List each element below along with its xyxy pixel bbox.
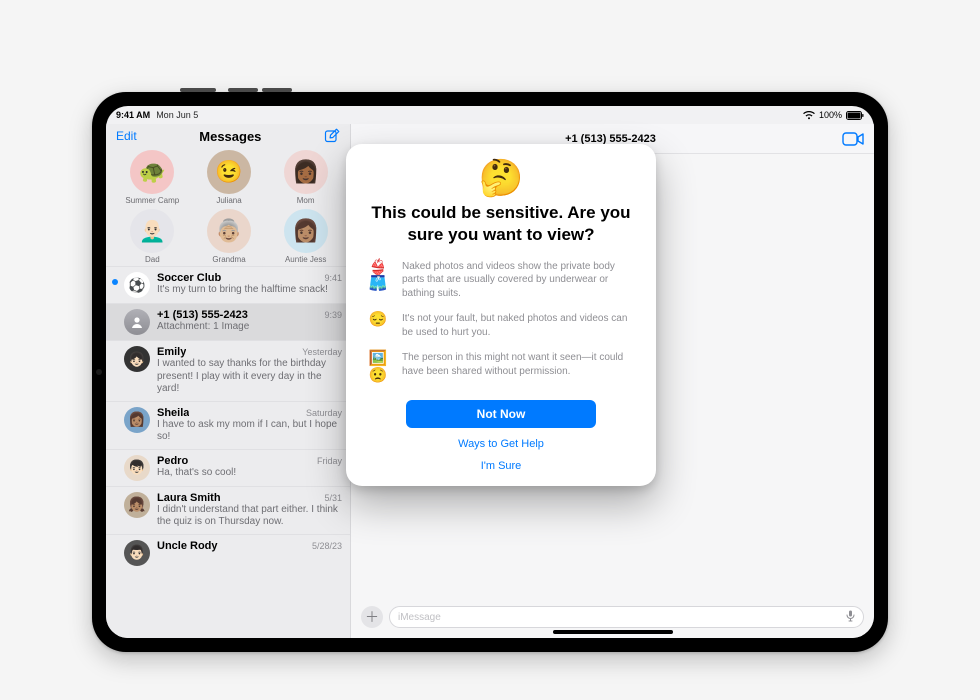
conversation-row[interactable]: 👩🏽 Sheila SaturdayI have to ask my mom if … [106,401,350,449]
pinned-contacts: 🐢 Summer Camp 😉 Juliana 👩🏾 Mom 👨🏻‍🦲 Dad 👵🏼 Grandm… [106,146,350,266]
dialog-bullet: 😔 It's not your fault, but naked photos a… [366,312,636,339]
compose-button[interactable] [324,128,340,144]
conversation-row[interactable]: ⚽ Soccer Club 9:41It's my turn to bring th… [106,266,350,303]
front-camera [96,369,102,375]
conversation-title[interactable]: +1 (513) 555-2423 [565,133,656,145]
avatar: 👵🏼 [207,209,251,253]
unread-dot [112,279,118,285]
pinned-contact[interactable]: 🐢 Summer Camp [116,150,189,205]
conversation-preview: Ha, that's so cool! [157,467,342,480]
avatar: 👨🏻 [124,540,150,566]
bullet-icon: 👙🩳 [366,260,390,293]
conversation-preview: It's my turn to bring the halftime snack… [157,284,342,297]
volume-up-button [228,88,258,92]
ipad-frame: 9:41 AM Mon Jun 5 100% Edit Messages [92,92,888,652]
avatar: 👨🏻‍🦲 [130,209,174,253]
conversation-row[interactable]: +1 (513) 555-2423 9:39Attachment: 1 Image [106,303,350,340]
screen: 9:41 AM Mon Jun 5 100% Edit Messages [106,106,874,638]
status-date: Mon Jun 5 [156,110,198,120]
avatar: 👧🏻 [124,346,150,372]
volume-down-button [262,88,292,92]
conversation-row[interactable]: 👨🏻 Uncle Rody 5/28/23 [106,534,350,571]
avatar: 😉 [207,150,251,194]
conversation-time: 5/28/23 [312,541,342,551]
conversation-time: Yesterday [302,347,342,357]
sensitive-content-dialog: 🤔 This could be sensitive. Are you sure … [346,144,656,486]
bullet-text: Naked photos and videos show the private… [402,260,636,301]
message-input[interactable]: iMessage [389,606,864,628]
conversation-name: +1 (513) 555-2423 [157,309,248,321]
pinned-contact-label: Juliana [216,196,241,205]
im-sure-button[interactable]: I'm Sure [481,460,522,472]
avatar: 👩🏽 [284,209,328,253]
status-time: 9:41 AM [116,110,150,120]
conversation-preview: I wanted to say thanks for the birthday … [157,358,342,396]
avatar [124,309,150,335]
pinned-contact[interactable]: 😉 Juliana [193,150,266,205]
status-bar: 9:41 AM Mon Jun 5 100% [106,106,874,124]
sidebar: Edit Messages 🐢 Summer Camp 😉 Juliana 👩🏾 Mom 👨… [106,124,351,638]
conversation-row[interactable]: 👦🏻 Pedro FridayHa, that's so cool! [106,449,350,486]
conversation-name: Emily [157,346,186,358]
home-indicator[interactable] [553,630,673,634]
battery-icon [846,111,864,120]
battery-pct: 100% [819,111,842,120]
edit-button[interactable]: Edit [116,129,137,143]
conversation-name: Sheila [157,407,189,419]
not-now-button[interactable]: Not Now [406,400,596,428]
pinned-contact-label: Summer Camp [125,196,179,205]
power-button [180,88,216,92]
avatar: 👦🏻 [124,455,150,481]
conversation-list[interactable]: ⚽ Soccer Club 9:41It's my turn to bring th… [106,266,350,638]
attach-button[interactable]: ＋ [361,606,383,628]
conversation-time: 9:41 [324,273,342,283]
pinned-contact[interactable]: 👵🏼 Grandma [193,209,266,264]
pinned-contact-label: Dad [145,255,160,264]
avatar: 👩🏽 [124,407,150,433]
pinned-contact-label: Grandma [212,255,245,264]
facetime-button[interactable] [842,132,864,146]
dialog-bullet: 🖼️😟 The person in this might not want it … [366,351,636,384]
conversation-preview: I didn't understand that part either. I … [157,504,342,529]
conversation-name: Laura Smith [157,492,221,504]
get-help-link[interactable]: Ways to Get Help [458,438,544,450]
conversation-preview: Attachment: 1 Image [157,321,342,334]
wifi-icon [803,111,815,120]
pinned-contact[interactable]: 👨🏻‍🦲 Dad [116,209,189,264]
avatar: 👧🏽 [124,492,150,518]
bullet-icon: 🖼️😟 [366,351,390,384]
conversation-time: Saturday [306,408,342,418]
avatar: 👩🏾 [284,150,328,194]
conversation-name: Soccer Club [157,272,221,284]
pinned-contact-label: Mom [297,196,315,205]
bullet-icon: 😔 [366,312,390,329]
dialog-bullet: 👙🩳 Naked photos and videos show the priva… [366,260,636,301]
conversation-name: Pedro [157,455,188,467]
message-placeholder: iMessage [398,612,441,623]
dialog-title: This could be sensitive. Are you sure yo… [366,202,636,246]
avatar: 🐢 [130,150,174,194]
bullet-text: The person in this might not want it see… [402,351,636,378]
dialog-bullets: 👙🩳 Naked photos and videos show the priva… [366,260,636,385]
pinned-contact-label: Auntie Jess [285,255,326,264]
dialog-emoji: 🤔 [366,160,636,196]
conversation-row[interactable]: 👧🏻 Emily YesterdayI wanted to say thanks f… [106,340,350,401]
dictation-icon[interactable] [846,610,855,625]
avatar: ⚽ [124,272,150,298]
sidebar-title: Messages [199,129,261,144]
bullet-text: It's not your fault, but naked photos an… [402,312,636,339]
conversation-preview: I have to ask my mom if I can, but I hop… [157,419,342,444]
conversation-time: 5/31 [324,493,342,503]
conversation-time: 9:39 [324,310,342,320]
pinned-contact[interactable]: 👩🏽 Auntie Jess [269,209,342,264]
conversation-name: Uncle Rody [157,540,218,552]
pinned-contact[interactable]: 👩🏾 Mom [269,150,342,205]
conversation-time: Friday [317,456,342,466]
conversation-row[interactable]: 👧🏽 Laura Smith 5/31I didn't understand tha… [106,486,350,534]
